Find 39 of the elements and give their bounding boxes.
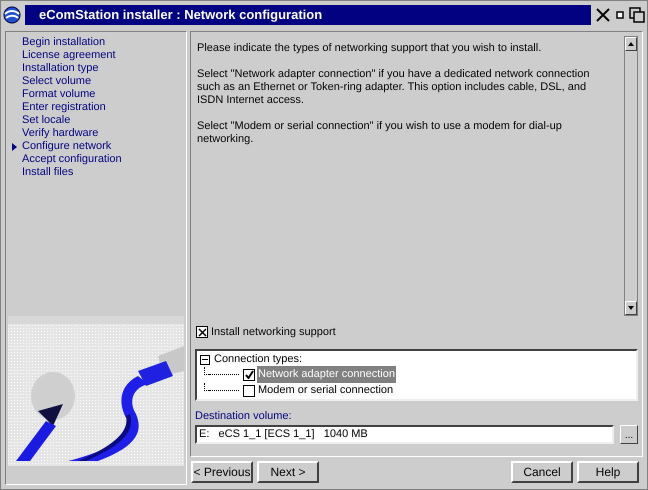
description-text: Select "Modem or serial connection" if you wish to use a modem for dial-up networking. [197, 120, 563, 146]
title-bar: eComStation installer : Network configuration [25, 5, 591, 25]
step-item[interactable]: Begin installation [22, 36, 106, 49]
checkbox[interactable] [196, 326, 208, 338]
step-item[interactable]: Enter registration [22, 101, 106, 114]
step-item[interactable]: Format volume [22, 88, 96, 101]
scroll-up-icon[interactable] [625, 37, 637, 51]
minimize-icon[interactable] [615, 10, 625, 20]
tree-item[interactable]: Network adapter connection [257, 366, 396, 383]
field-label: Destination volume: [195, 408, 293, 424]
scroll-down-icon[interactable] [625, 301, 637, 315]
description-text: Select "Network adapter connection" if you have a dedicated network connection such as an Ethernet or Token-ring adapter. This option includes cable, DSL, and ISDN Internet access. [197, 68, 590, 107]
browse-button[interactable]: ... [620, 425, 638, 444]
tree-label: Connection types: [214, 352, 302, 368]
restore-icon[interactable] [629, 7, 645, 23]
checkbox[interactable] [243, 384, 255, 396]
step-item[interactable]: Configure network [22, 140, 112, 153]
checkbox[interactable] [243, 368, 255, 380]
step-item[interactable]: Select volume [22, 75, 92, 88]
dialog-button[interactable]: Cancel [511, 461, 573, 483]
globe-icon[interactable] [3, 6, 21, 24]
checkbox-label: Install networking support [211, 325, 336, 340]
step-item[interactable]: Accept configuration [22, 153, 122, 166]
collapse-icon[interactable] [200, 354, 210, 364]
step-item[interactable]: Verify hardware [22, 127, 98, 140]
destination-field[interactable]: E: eCS 1_1 [ECS 1_1] 1040 MB [195, 425, 614, 444]
scrollbar[interactable] [624, 36, 638, 316]
cross-icon [198, 328, 206, 337]
dialog-button[interactable]: < Previous [191, 461, 253, 483]
description-text: Please indicate the types of networking support that you wish to install. [197, 42, 542, 55]
step-item[interactable]: Install files [22, 166, 74, 179]
step-item[interactable]: Installation type [22, 62, 98, 75]
checkmark-icon [244, 370, 254, 379]
step-item[interactable]: Set locale [22, 114, 70, 127]
close-icon[interactable] [595, 7, 611, 23]
tree-item[interactable]: Modem or serial connection [257, 382, 394, 399]
step-item[interactable]: License agreement [22, 49, 116, 62]
dialog-button[interactable]: Next > [257, 461, 319, 483]
dialog-button[interactable]: Help [577, 461, 639, 483]
